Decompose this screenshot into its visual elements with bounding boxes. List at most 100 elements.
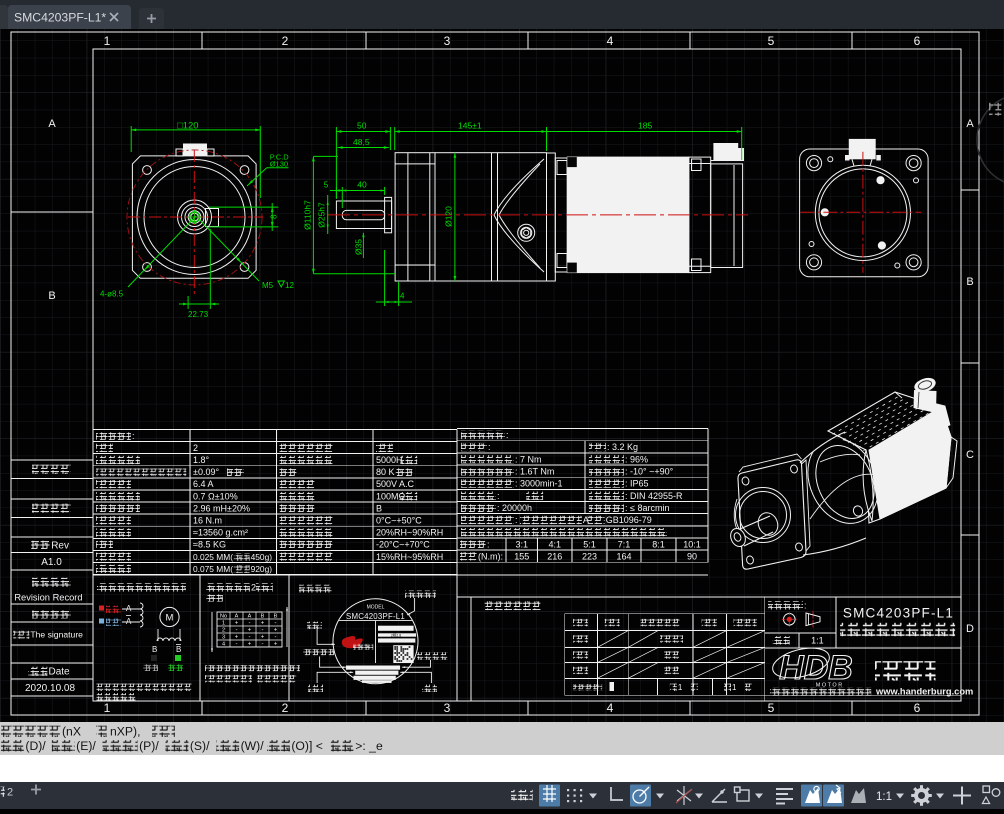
svg-text:-: - bbox=[275, 621, 277, 627]
svg-text:920g): 920g) bbox=[251, 564, 273, 574]
svg-text:≈13560 g.cm²: ≈13560 g.cm² bbox=[193, 528, 248, 538]
svg-text:>: _e: >: _e bbox=[355, 739, 383, 753]
svg-text:HDB: HDB bbox=[779, 649, 853, 687]
svg-text:1:1: 1:1 bbox=[876, 791, 892, 803]
svg-text:0°C~+50°C: 0°C~+50°C bbox=[376, 516, 422, 526]
svg-text:B: B bbox=[376, 503, 382, 513]
svg-text:3: 3 bbox=[222, 635, 225, 641]
svg-text:(D)/: (D)/ bbox=[25, 739, 46, 753]
svg-text:1: 1 bbox=[732, 683, 737, 692]
svg-text:4: 4 bbox=[607, 701, 614, 715]
svg-text:500V A.C: 500V A.C bbox=[376, 479, 415, 489]
svg-text:6.4 A: 6.4 A bbox=[193, 479, 214, 489]
svg-text:48,5: 48,5 bbox=[353, 137, 370, 147]
svg-text:: 3000min-1: : 3000min-1 bbox=[515, 479, 563, 489]
svg-text:80 K: 80 K bbox=[376, 467, 395, 477]
svg-text:8:1: 8:1 bbox=[652, 539, 665, 549]
svg-text:-: - bbox=[249, 621, 251, 627]
svg-text:5: 5 bbox=[324, 181, 329, 190]
svg-text:: ≤ 8arcmin: : ≤ 8arcmin bbox=[625, 503, 669, 513]
svg-text:-: - bbox=[249, 635, 251, 641]
svg-text:164: 164 bbox=[616, 552, 631, 562]
svg-text:5:1: 5:1 bbox=[583, 539, 596, 549]
svg-text:+: + bbox=[248, 642, 252, 648]
svg-text:M: M bbox=[166, 613, 174, 624]
svg-text:4: 4 bbox=[222, 642, 225, 648]
svg-text:M5: M5 bbox=[262, 281, 274, 290]
svg-text:50: 50 bbox=[357, 120, 367, 130]
svg-text:(W)/: (W)/ bbox=[241, 739, 265, 753]
svg-text:: IP65: : IP65 bbox=[625, 479, 649, 489]
svg-text:+: + bbox=[261, 635, 265, 641]
svg-text:: 7 Nm: : 7 Nm bbox=[515, 454, 542, 464]
svg-text:-: - bbox=[236, 642, 238, 648]
svg-text:16 N.m: 16 N.m bbox=[193, 516, 222, 526]
svg-text:: 20000h: : 20000h bbox=[497, 503, 532, 513]
svg-text:-20°C~+70°C: -20°C~+70°C bbox=[376, 540, 430, 550]
svg-text:1: 1 bbox=[104, 701, 111, 715]
svg-text:B: B bbox=[966, 276, 973, 288]
svg-text:4:1: 4:1 bbox=[548, 539, 561, 549]
svg-text:2: 2 bbox=[7, 787, 13, 799]
svg-text:40: 40 bbox=[357, 180, 367, 190]
svg-text:A: A bbox=[48, 118, 56, 130]
svg-text:≈8.5 KG: ≈8.5 KG bbox=[193, 540, 226, 550]
svg-text::: : bbox=[132, 431, 135, 441]
svg-text:145±1: 145±1 bbox=[458, 120, 482, 130]
svg-text:5: 5 bbox=[768, 34, 775, 48]
svg-text::: : bbox=[497, 491, 500, 501]
svg-text:No: No bbox=[220, 614, 227, 620]
svg-text:0.7 Ω±10%: 0.7 Ω±10% bbox=[193, 491, 238, 501]
svg-text:Revision Record: Revision Record bbox=[14, 593, 82, 603]
svg-text:A: A bbox=[248, 614, 252, 620]
svg-text:4-ø8.5: 4-ø8.5 bbox=[100, 290, 124, 299]
svg-text:SMC4203PF-L1: SMC4203PF-L1 bbox=[843, 606, 954, 621]
svg-text:(P)/: (P)/ bbox=[139, 739, 159, 753]
svg-text:1: 1 bbox=[104, 34, 111, 48]
svg-text:8: 8 bbox=[270, 214, 279, 219]
svg-text:Ø25h7: Ø25h7 bbox=[317, 202, 327, 228]
svg-text:-: - bbox=[236, 628, 238, 634]
svg-text:2: 2 bbox=[193, 443, 198, 453]
svg-text:+: + bbox=[274, 628, 278, 634]
svg-text:(S)/: (S)/ bbox=[190, 739, 210, 753]
svg-text:4: 4 bbox=[607, 34, 614, 48]
svg-text:Ø120: Ø120 bbox=[444, 206, 454, 227]
svg-text:SMC4203PF-L1: SMC4203PF-L1 bbox=[346, 612, 405, 621]
svg-text:155: 155 bbox=[514, 552, 529, 562]
svg-text:Ø35: Ø35 bbox=[354, 239, 364, 255]
svg-text:+: + bbox=[248, 628, 252, 634]
svg-text:10:1: 10:1 bbox=[683, 539, 701, 549]
svg-text:4: 4 bbox=[400, 292, 405, 301]
svg-text:1.8°: 1.8° bbox=[193, 455, 210, 465]
svg-text:5000H: 5000H bbox=[376, 455, 403, 465]
svg-text:6: 6 bbox=[914, 701, 921, 715]
svg-text::: : bbox=[487, 539, 490, 549]
svg-text:Rev: Rev bbox=[51, 541, 69, 552]
svg-text:B: B bbox=[261, 614, 265, 620]
svg-text:2020.10.08: 2020.10.08 bbox=[25, 683, 75, 694]
svg-text:Ø110h7: Ø110h7 bbox=[303, 200, 313, 230]
svg-text:B: B bbox=[152, 645, 157, 654]
svg-text:12: 12 bbox=[285, 281, 294, 290]
svg-text:-: - bbox=[262, 642, 264, 648]
svg-text:90: 90 bbox=[687, 552, 697, 562]
svg-text:nXP),: nXP), bbox=[110, 725, 140, 739]
svg-text:0.075 MM(: 0.075 MM( bbox=[193, 564, 233, 574]
svg-text:+: + bbox=[261, 621, 265, 627]
svg-text:www.handerburg.com: www.handerburg.com bbox=[875, 687, 973, 697]
svg-text:216: 216 bbox=[547, 552, 562, 562]
svg-text:C: C bbox=[966, 449, 974, 461]
svg-text:MODEL: MODEL bbox=[367, 605, 385, 611]
svg-text:The signature: The signature bbox=[30, 630, 83, 640]
svg-text:-: - bbox=[275, 635, 277, 641]
svg-text:B: B bbox=[48, 290, 55, 302]
svg-text:2相2.8: 2相2.8 bbox=[391, 632, 401, 637]
svg-text::: : bbox=[506, 430, 509, 440]
svg-text:A: A bbox=[235, 614, 239, 620]
svg-text:: 3.2 Kg: : 3.2 Kg bbox=[607, 442, 638, 452]
svg-text::: : bbox=[488, 442, 491, 452]
svg-text:(E)/: (E)/ bbox=[76, 739, 96, 753]
svg-text:-: - bbox=[262, 628, 264, 634]
svg-text:450g): 450g) bbox=[251, 552, 273, 562]
